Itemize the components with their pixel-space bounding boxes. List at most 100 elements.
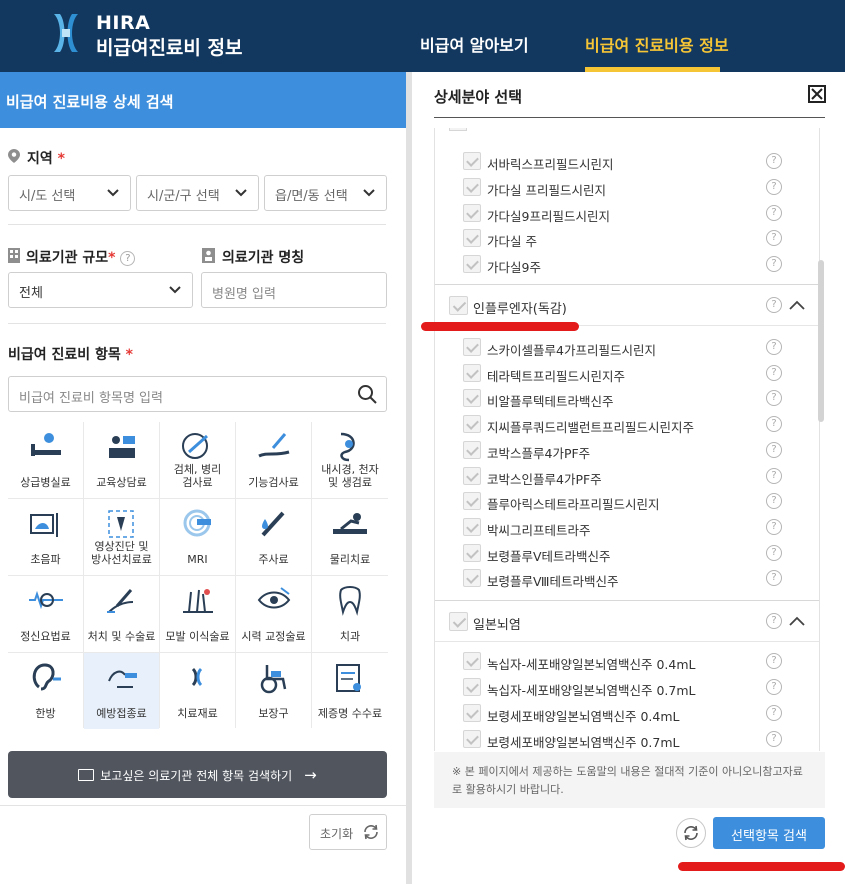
help-icon[interactable]: ? bbox=[766, 178, 782, 195]
checkbox-item[interactable]: 보령플루Ⅴ테트라백신주? bbox=[435, 541, 815, 567]
category-certificate-fee[interactable]: 제증명 수수료 bbox=[312, 653, 388, 729]
checkbox[interactable] bbox=[463, 466, 481, 485]
group-japanese-encephalitis[interactable]: 일본뇌염? bbox=[435, 600, 819, 642]
help-icon[interactable]: ? bbox=[766, 679, 782, 695]
checkbox[interactable] bbox=[463, 415, 481, 434]
checkbox-item[interactable]: 가다실9주? bbox=[435, 252, 815, 278]
checkbox[interactable] bbox=[463, 678, 481, 696]
category-injection[interactable]: 주사료 bbox=[236, 499, 311, 575]
checkbox-item[interactable]: 가다실 주? bbox=[435, 226, 815, 252]
checkbox[interactable] bbox=[463, 440, 481, 459]
group-influenza[interactable]: 인플루엔자(독감)? bbox=[435, 284, 819, 326]
checkbox[interactable] bbox=[463, 517, 481, 536]
checkbox[interactable] bbox=[463, 492, 481, 511]
category-mri[interactable]: MRI bbox=[160, 499, 235, 575]
help-icon[interactable]: ? bbox=[766, 297, 782, 313]
category-physical-therapy[interactable]: 물리치료 bbox=[312, 499, 388, 575]
chevron-up-icon[interactable] bbox=[789, 298, 805, 312]
group-checkbox[interactable] bbox=[449, 296, 468, 315]
help-icon[interactable]: ? bbox=[766, 441, 782, 458]
checkbox[interactable] bbox=[463, 229, 481, 248]
category-lab-test[interactable]: 검체, 병리 검사료 bbox=[160, 422, 235, 498]
checkbox-item[interactable]: 보령플루Ⅷ테트라백신주? bbox=[435, 566, 815, 592]
category-endoscopy[interactable]: 내시경, 천자 및 생검료 bbox=[312, 422, 388, 498]
checkbox-item[interactable]: 플루아릭스테트라프리필드시린지? bbox=[435, 489, 815, 515]
help-icon[interactable]: ? bbox=[766, 364, 782, 381]
item-search-input[interactable]: 비급여 진료비 항목명 입력 bbox=[8, 376, 387, 412]
category-treatment-material[interactable]: 치료재료 bbox=[160, 653, 235, 729]
checkbox-item[interactable]: 가다실9프리필드시린지? bbox=[435, 201, 815, 227]
category-ultrasound[interactable]: 초음파 bbox=[8, 499, 83, 575]
checkbox-item[interactable]: 보령세포배양일본뇌염백신주 0.7mL? bbox=[435, 727, 815, 751]
help-icon[interactable]: ? bbox=[766, 390, 782, 407]
inst-name-input[interactable]: 병원명 입력 bbox=[201, 272, 387, 308]
help-icon[interactable]: ? bbox=[766, 570, 782, 587]
category-counseling[interactable]: 교육상담료 bbox=[84, 422, 159, 498]
close-icon[interactable] bbox=[808, 85, 826, 103]
logo-title-en[interactable]: HIRA bbox=[96, 12, 150, 34]
help-icon[interactable]: ? bbox=[766, 416, 782, 433]
category-vision-correction[interactable]: 시력 교정술료 bbox=[236, 576, 311, 652]
nav-noncovered-cost[interactable]: 비급여 진료비용 정보 bbox=[585, 32, 729, 56]
checkbox[interactable] bbox=[463, 543, 481, 562]
help-icon[interactable]: ? bbox=[766, 204, 782, 221]
hira-logo-icon[interactable] bbox=[50, 12, 82, 54]
checkbox[interactable] bbox=[463, 704, 481, 722]
category-room-rate[interactable]: 상급병실료 bbox=[8, 422, 83, 498]
category-imaging[interactable]: 영상진단 및 방사선치료료 bbox=[84, 499, 159, 575]
checkbox-item[interactable]: 녹십자-세포배양일본뇌염백신주 0.7mL? bbox=[435, 675, 815, 701]
help-icon[interactable]: ? bbox=[766, 613, 782, 629]
help-icon[interactable]: ? bbox=[766, 653, 782, 669]
checkbox-item[interactable]: 지씨플루쿼드리밸런트프리필드시린지주? bbox=[435, 412, 815, 438]
help-icon[interactable]: ? bbox=[120, 251, 136, 266]
help-icon[interactable]: ? bbox=[766, 705, 782, 721]
help-icon[interactable]: ? bbox=[766, 544, 782, 561]
help-icon[interactable]: ? bbox=[766, 230, 782, 247]
category-function-test[interactable]: 기능검사료 bbox=[236, 422, 311, 498]
search-icon[interactable] bbox=[357, 384, 377, 404]
help-icon[interactable]: ? bbox=[766, 339, 782, 355]
checkbox[interactable] bbox=[463, 389, 481, 408]
checkbox[interactable] bbox=[463, 177, 481, 196]
logo-title-ko[interactable]: 비급여진료비 정보 bbox=[96, 33, 242, 60]
checkbox[interactable] bbox=[463, 255, 481, 274]
category-assistive-device[interactable]: 보장구 bbox=[236, 653, 311, 729]
search-all-items-button[interactable]: 보고싶은 의료기관 전체 항목 검색하기 → bbox=[8, 751, 387, 798]
reset-button[interactable]: 초기화 bbox=[309, 814, 387, 850]
checkbox-item[interactable]: 서바릭스프리필드시린지? bbox=[435, 149, 815, 175]
checkbox-item[interactable]: 박씨그리프테트라주? bbox=[435, 515, 815, 541]
checkbox-item[interactable]: 비알플루텍테트라백신주? bbox=[435, 386, 815, 412]
help-icon[interactable]: ? bbox=[766, 518, 782, 535]
checkbox-item[interactable]: 스카이셀플루4가프리필드시린지? bbox=[435, 335, 815, 361]
category-vaccination[interactable]: 예방접종료 bbox=[84, 653, 159, 729]
eupmyeondong-select[interactable]: 읍/면/동 선택 bbox=[264, 175, 387, 211]
checkbox-item[interactable]: 녹십자-세포배양일본뇌염백신주 0.4mL? bbox=[435, 649, 815, 675]
checkbox[interactable] bbox=[463, 152, 481, 170]
refresh-button[interactable] bbox=[676, 818, 706, 848]
checkbox[interactable] bbox=[463, 730, 481, 748]
checkbox-item[interactable]: 코박스인플루4가PF주? bbox=[435, 464, 815, 490]
chevron-up-icon[interactable] bbox=[789, 614, 805, 628]
help-icon[interactable]: ? bbox=[766, 153, 782, 169]
help-icon[interactable]: ? bbox=[766, 731, 782, 747]
field-list[interactable]: 서바릭스프리필드시린지? 가다실 프리필드시린지? 가다실9프리필드시린지? 가다실 … bbox=[434, 128, 820, 751]
sido-select[interactable]: 시/도 선택 bbox=[8, 175, 131, 211]
group-checkbox[interactable] bbox=[449, 612, 468, 631]
checkbox[interactable] bbox=[449, 128, 467, 131]
checkbox-item[interactable]: 테라텍트프리필드시린지주? bbox=[435, 361, 815, 387]
category-surgery[interactable]: 처치 및 수술료 bbox=[84, 576, 159, 652]
help-icon[interactable]: ? bbox=[766, 467, 782, 484]
checkbox[interactable] bbox=[463, 363, 481, 382]
checkbox[interactable] bbox=[463, 203, 481, 222]
category-oriental-medicine[interactable]: 한방 bbox=[8, 653, 83, 729]
scale-select[interactable]: 전체 bbox=[8, 272, 193, 308]
list-scrollbar[interactable] bbox=[818, 260, 824, 422]
checkbox-item[interactable]: 코박스플루4가PF주? bbox=[435, 438, 815, 464]
checkbox[interactable] bbox=[463, 338, 481, 356]
category-dental[interactable]: 치과 bbox=[312, 576, 388, 652]
help-icon[interactable]: ? bbox=[766, 493, 782, 510]
category-hair-transplant[interactable]: 모발 이식술료 bbox=[160, 576, 235, 652]
checkbox-item[interactable]: 보령세포배양일본뇌염백신주 0.4mL? bbox=[435, 701, 815, 727]
checkbox[interactable] bbox=[463, 569, 481, 588]
category-psychotherapy[interactable]: 정신요법료 bbox=[8, 576, 83, 652]
